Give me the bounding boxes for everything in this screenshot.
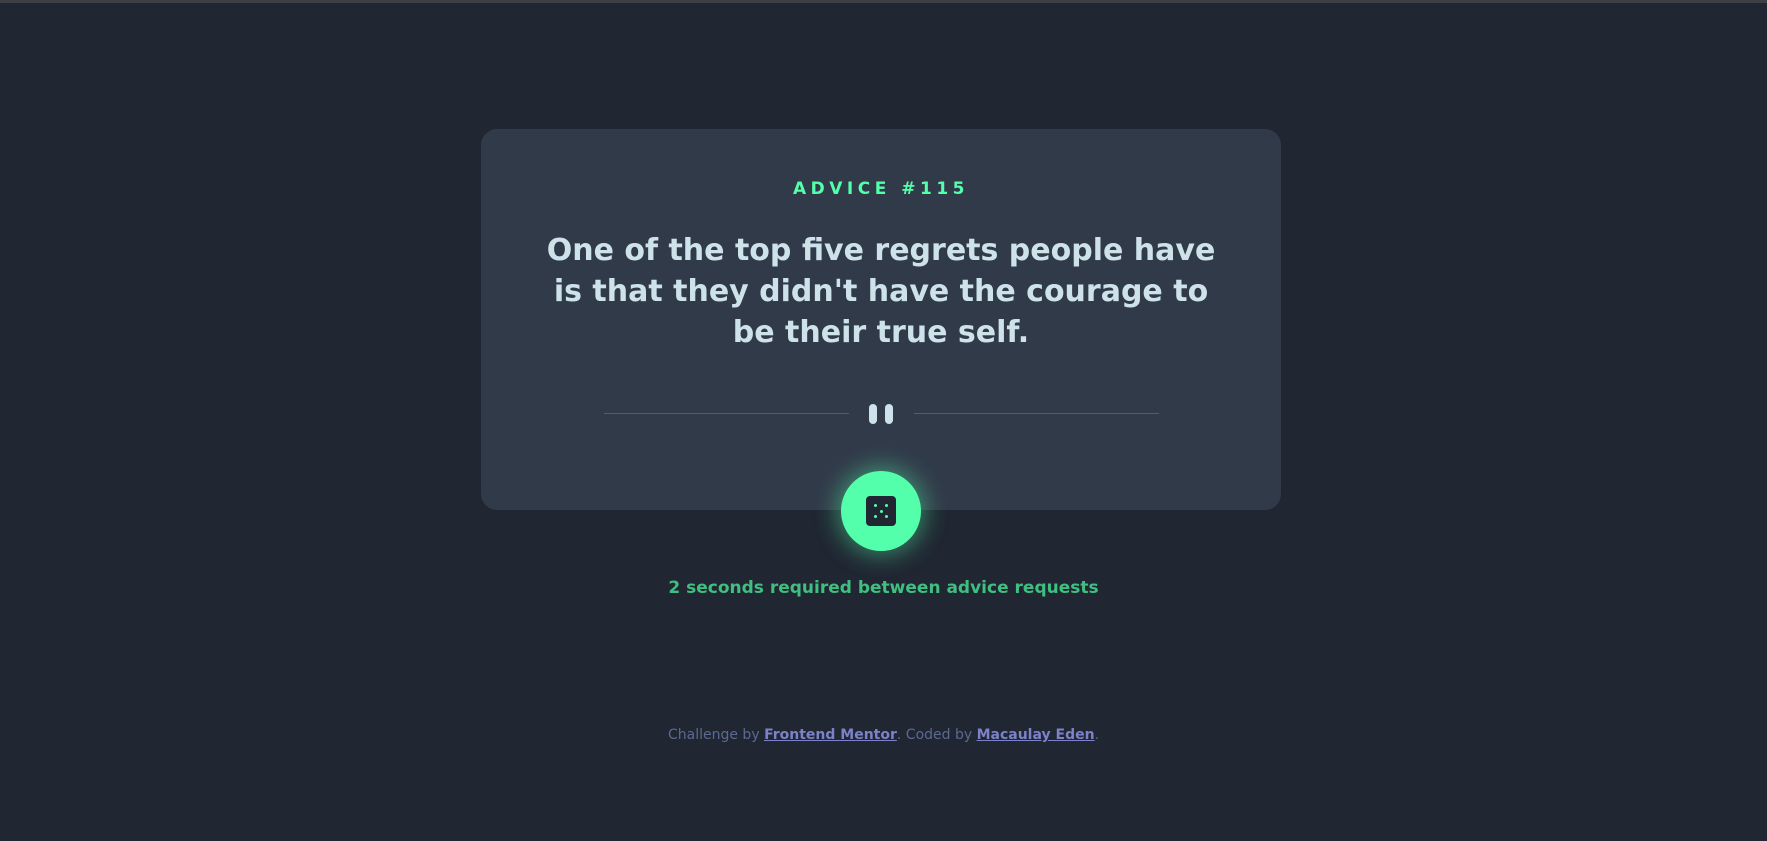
dice-icon [866,496,896,526]
window-top-border [0,0,1767,3]
rate-limit-message: 2 seconds required between advice reques… [668,578,1099,598]
advice-text: One of the top five regrets people have … [546,233,1216,350]
footer-suffix: . [1094,727,1100,743]
frontend-mentor-link[interactable]: Frontend Mentor [764,727,897,743]
advice-card: ADVICE #115 One of the top five regrets … [481,129,1281,510]
divider [604,404,1159,424]
advice-id: ADVICE #115 [793,179,969,199]
footer-prefix: Challenge by [667,727,765,743]
divider-line-right [914,413,1159,414]
footer-middle: . Coded by [896,727,977,743]
divider-line-left [604,413,849,414]
new-advice-button[interactable] [841,471,921,551]
author-link[interactable]: Macaulay Eden [977,727,1095,743]
pause-icon [867,404,895,424]
attribution-footer: Challenge by Frontend Mentor. Coded by M… [0,727,1767,743]
